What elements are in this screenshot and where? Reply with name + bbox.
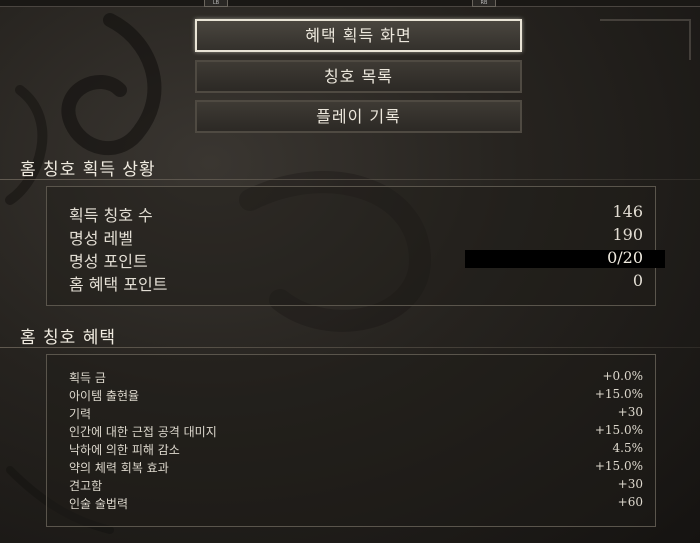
benefit-label: 인술 술법력	[69, 497, 129, 511]
benefit-value: +30	[617, 405, 643, 419]
title-list-button[interactable]: 칭호 목록	[195, 60, 522, 93]
benefit-label: 견고함	[69, 479, 103, 493]
stat-label: 획득 칭호 수	[69, 206, 153, 225]
status-divider	[0, 179, 700, 180]
benefit-label: 기력	[69, 407, 92, 421]
benefit-label: 낙하에 의한 피해 감소	[69, 443, 180, 457]
benefit-row: 기력 +30	[69, 405, 643, 423]
benefit-value: +15.0%	[594, 459, 643, 473]
benefit-row: 인간에 대한 근접 공격 대미지 +15.0%	[69, 423, 643, 441]
top-strip	[0, 0, 700, 7]
benefit-value: +30	[617, 477, 643, 491]
stat-row-fame-points: 명성 포인트 0/20	[69, 248, 665, 271]
play-record-button[interactable]: 플레이 기록	[195, 100, 522, 133]
status-heading: 홈 칭호 획득 상황	[20, 160, 156, 180]
benefit-row: 약의 체력 회복 효과 +15.0%	[69, 459, 643, 477]
benefit-screen-button[interactable]: 혜택 획득 화면	[195, 19, 522, 52]
benefit-row: 견고함 +30	[69, 477, 643, 495]
benefit-divider	[0, 347, 700, 348]
stat-row-home-points: 홈 혜택 포인트 0	[69, 271, 643, 294]
stat-value: 0	[632, 271, 643, 290]
stat-row-titles: 획득 칭호 수 146	[69, 202, 643, 225]
benefit-value: 4.5%	[612, 441, 644, 455]
stat-row-fame-level: 명성 레벨 190	[69, 225, 643, 248]
benefit-row: 아이템 출현율 +15.0%	[69, 387, 643, 405]
benefit-label: 획득 금	[69, 371, 106, 385]
stat-value: 146	[612, 202, 643, 221]
benefit-label: 약의 체력 회복 효과	[69, 461, 169, 475]
status-panel: 획득 칭호 수 146 명성 레벨 190 명성 포인트 0/20 홈 혜택 포…	[46, 186, 665, 306]
benefit-value: +15.0%	[594, 423, 643, 437]
benefit-row: 낙하에 의한 피해 감소 4.5%	[69, 441, 643, 459]
benefit-value: +15.0%	[594, 387, 643, 401]
benefit-value: +60	[617, 495, 643, 509]
benefit-row: 획득 금 +0.0%	[69, 369, 643, 387]
stat-label: 명성 레벨	[69, 229, 133, 248]
benefit-panel: 획득 금 +0.0% 아이템 출현율 +15.0% 기력 +30 인간에 대한 …	[46, 354, 656, 527]
benefit-row: 인술 술법력 +60	[69, 495, 643, 513]
benefit-heading: 홈 칭호 혜택	[20, 328, 117, 348]
stat-label: 홈 혜택 포인트	[69, 275, 168, 294]
benefit-value: +0.0%	[602, 369, 643, 383]
lb-bumper-icon[interactable]: LB	[204, 0, 228, 7]
stat-value: 0/20	[607, 248, 643, 267]
rb-bumper-icon[interactable]: RB	[472, 0, 496, 7]
benefit-label: 인간에 대한 근접 공격 대미지	[69, 425, 217, 439]
stat-value: 190	[612, 225, 643, 244]
stat-label: 명성 포인트	[69, 252, 148, 271]
benefit-label: 아이템 출현율	[69, 389, 140, 403]
